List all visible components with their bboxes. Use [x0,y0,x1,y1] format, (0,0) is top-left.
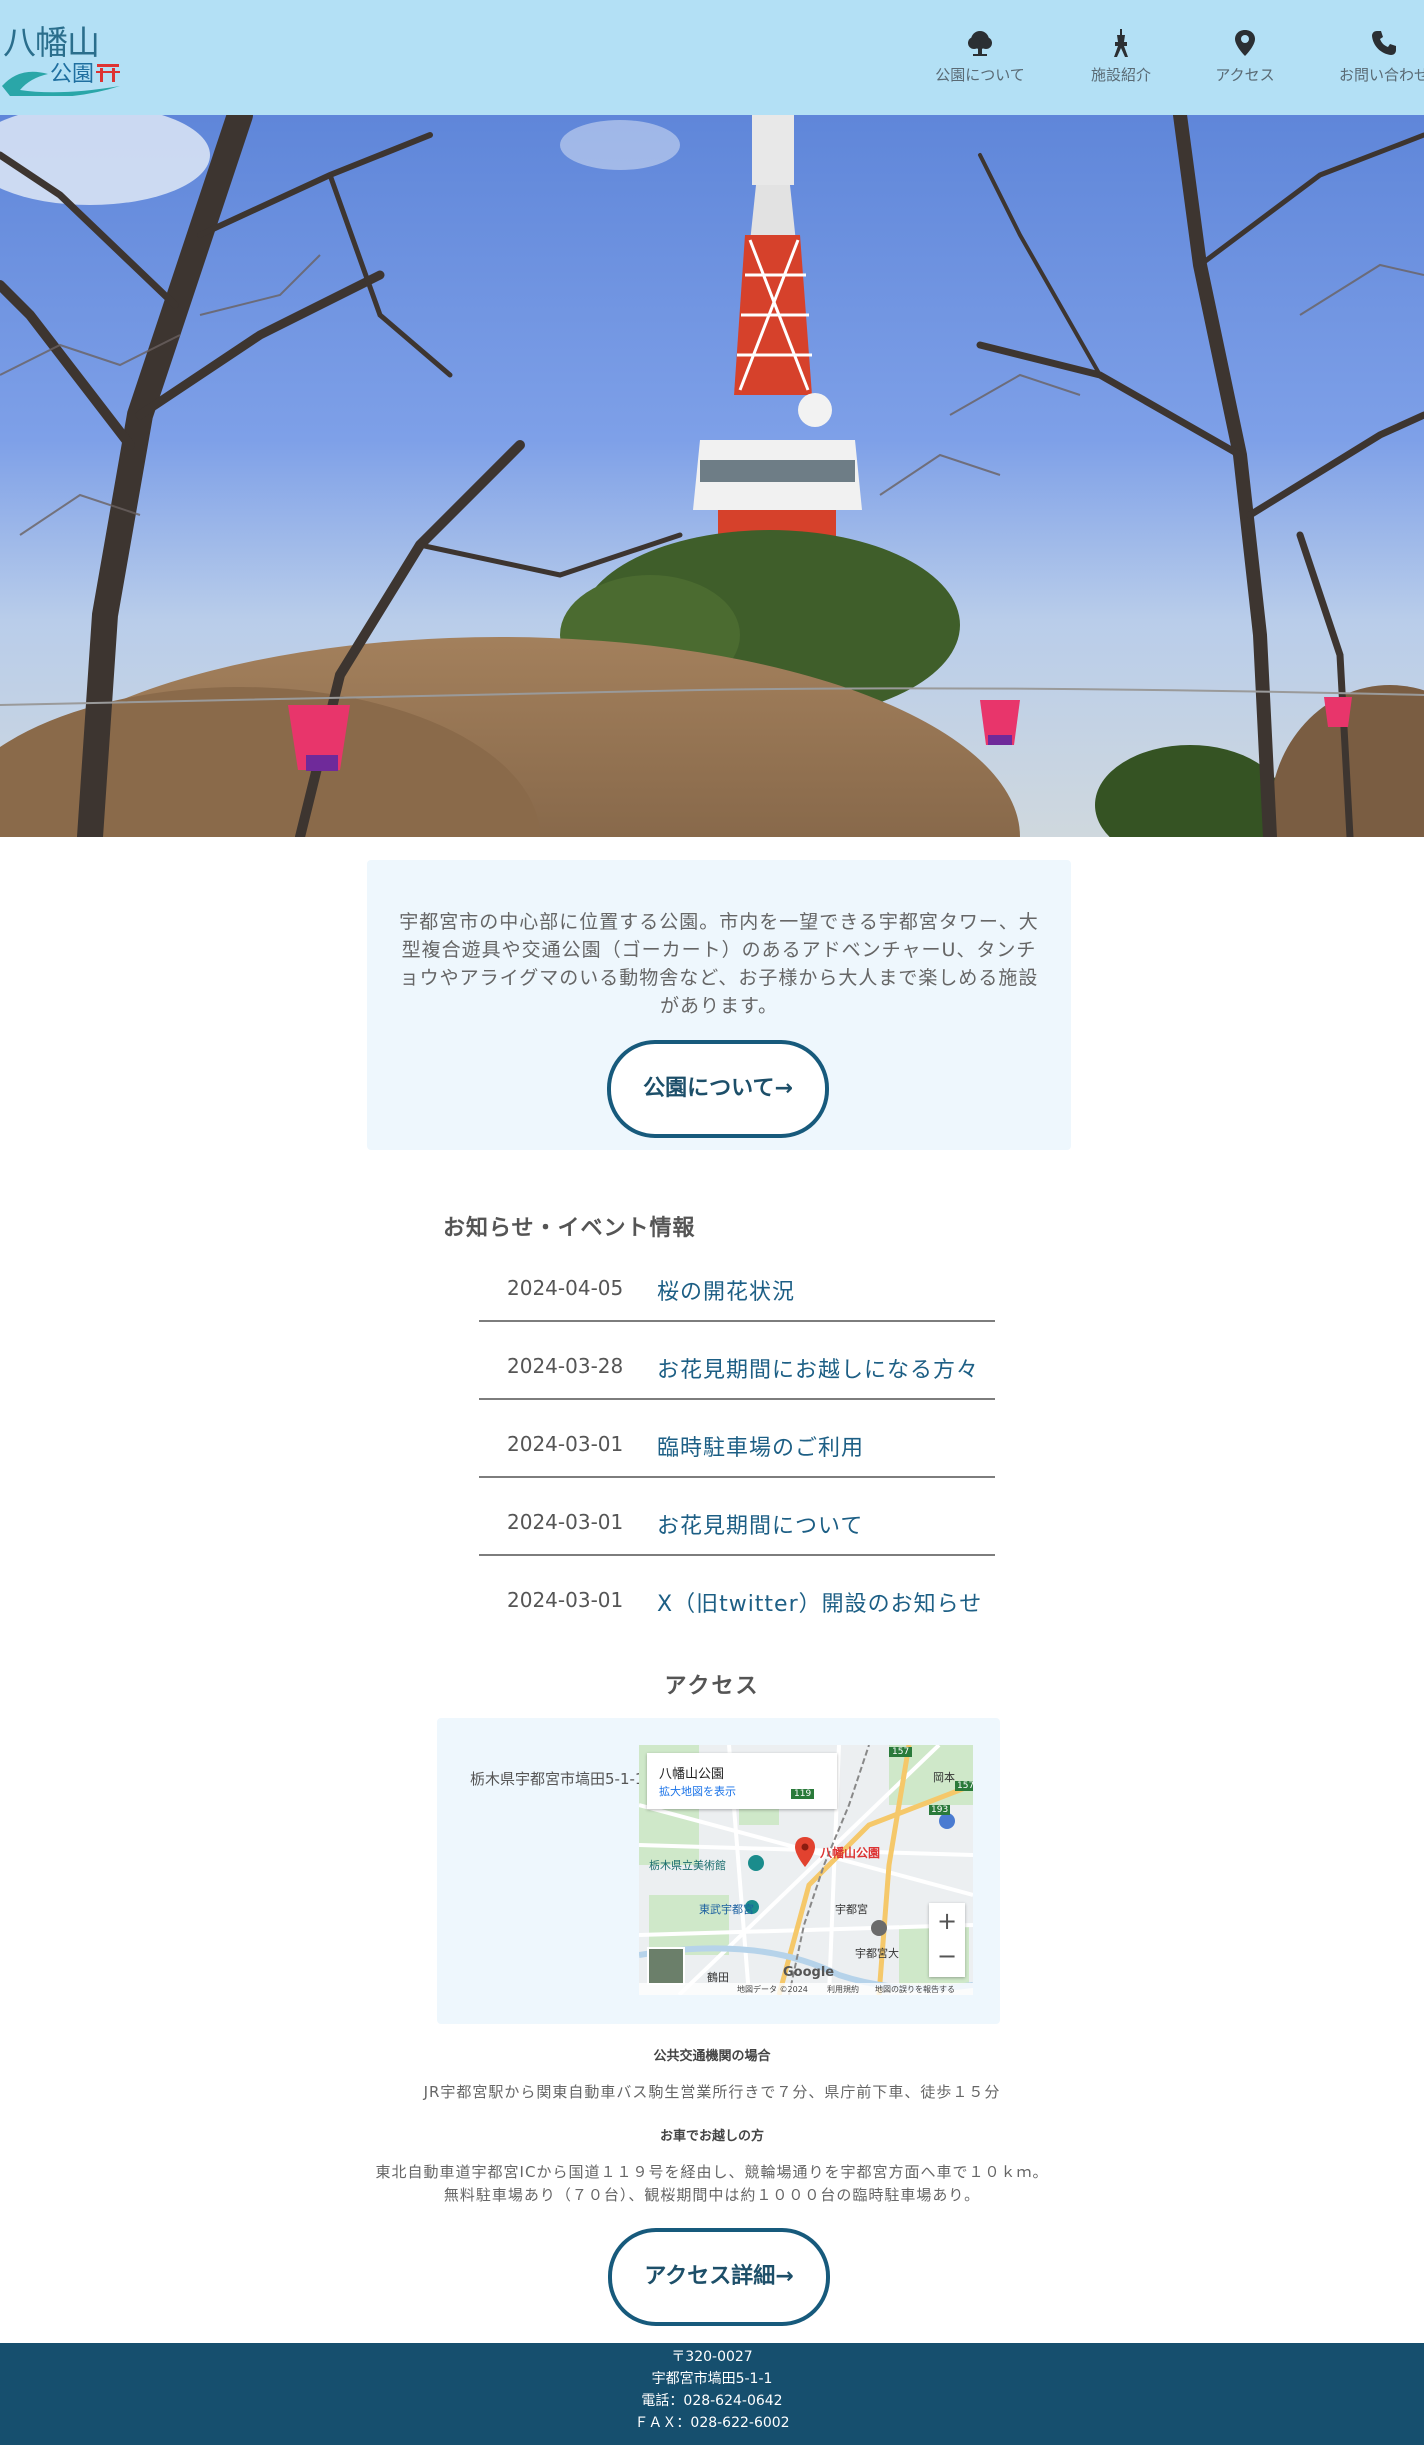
map-pin-icon [1235,30,1255,56]
embedded-map[interactable]: 八幡山公園 拡大地図を表示 八幡山公園 栃木県立美術館 東武宇都宮 宇都宮 宇都… [639,1745,973,1995]
footer-address: 宇都宮市塙田5-1-1 [651,2371,773,2387]
map-copyright: 地図データ ©2024 [737,1985,808,1994]
phone-icon [1372,31,1396,55]
news-link[interactable]: 桜の開花状況 [657,1274,795,1306]
route-157-badge: 157 [889,1747,913,1757]
nav-about[interactable]: 公園について [930,28,1030,98]
map-view-larger-link[interactable]: 拡大地図を表示 [659,1783,736,1799]
news-link[interactable]: お花見期間にお越しになる方々 [657,1352,979,1384]
news-date: 2024-03-28 [507,1354,624,1378]
hero-image [0,115,1424,837]
news-link[interactable]: X（旧twitter）開設のお知らせ [657,1586,982,1618]
site-header: 八幡山 公園 公園について 施設紹介 アクセス お問い合わせ [0,0,1424,115]
route-119-badge: 119 [791,1789,815,1799]
map-place-name: 八幡山公園 [659,1767,725,1782]
news-item: 2024-03-01 臨時駐車場のご利用 [479,1399,995,1478]
map-zoom-controls: + − [929,1903,965,1977]
map-label-station2: 宇都宮 [835,1903,868,1916]
map-label-station1: 東武宇都宮 [699,1903,754,1916]
public-transport-text: JR宇都宮駅から関東自動車バス駒生営業所行きで７分、県庁前下車、徒歩１５分 [423,2083,1001,2101]
news-section-title: お知らせ・イベント情報 [443,1216,696,1241]
intro-text: 宇都宮市の中心部に位置する公園。市内を一望できる宇都宮タワー、大型複合遊具や交通… [399,911,1039,1017]
map-marker-label: 八幡山公園 [820,1846,881,1860]
access-detail-button[interactable]: アクセス詳細→ [608,2228,830,2326]
news-date: 2024-03-01 [507,1588,624,1612]
news-date: 2024-04-05 [507,1276,624,1300]
map-label-honmachi: 岡本 [933,1771,955,1784]
map-label-museum: 栃木県立美術館 [649,1859,726,1872]
google-logo: Google [783,1965,835,1980]
news-link[interactable]: お花見期間について [657,1508,863,1540]
news-item: 2024-03-01 X（旧twitter）開設のお知らせ [479,1555,995,1632]
news-item: 2024-03-28 お花見期間にお越しになる方々 [479,1321,995,1400]
news-item: 2024-03-01 お花見期間について [479,1477,995,1556]
map-report-link[interactable]: 地図の誤りを報告する [875,1984,955,1995]
intro-card: 宇都宮市の中心部に位置する公園。市内を一望できる宇都宮タワー、大型複合遊具や交通… [367,860,1071,1150]
access-section-title: アクセス [664,1674,760,1699]
map-info-box: 八幡山公園 拡大地図を表示 [647,1753,837,1809]
zoom-in-button[interactable]: + [929,1903,965,1940]
map-terms-link[interactable]: 利用規約 [827,1984,859,1995]
car-access-heading: お車でお越しの方 [659,2129,764,2144]
zoom-out-button[interactable]: − [929,1940,965,1977]
footer-fax: ＦＡＸ：028-622-6002 [634,2415,790,2431]
tree-icon [968,31,992,56]
map-satellite-toggle[interactable] [647,1947,685,1985]
car-access-text-1: 東北自動車道宇都宮ICから国道１１９号を経由し、競輪場通りを宇都宮方面へ車で１０… [375,2163,1049,2181]
car-access-text-2: 無料駐車場あり（７０台）、観桜期間中は約１０００台の臨時駐車場あり。 [443,2186,981,2204]
nav-facilities[interactable]: 施設紹介 [1071,28,1171,98]
nav-access[interactable]: アクセス [1195,28,1295,98]
footer-tel: 電話：028-624-0642 [641,2393,783,2409]
news-link[interactable]: 臨時駐車場のご利用 [657,1430,864,1462]
route-157b-badge: 157 [955,1781,973,1791]
nav-contact[interactable]: お問い合わせ [1334,28,1424,98]
tower-icon [1114,29,1128,57]
site-footer: 〒320-0027 宇都宮市塙田5-1-1 電話：028-624-0642 ＦＡ… [0,2343,1424,2445]
news-item: 2024-04-05 桜の開花状況 [479,1243,995,1322]
hero-photo [0,115,1424,837]
footer-postal: 〒320-0027 [671,2349,753,2365]
logo-subtitle: 公園 [50,62,95,87]
access-address: 栃木県宇都宮市塙田5-1-1 [470,1770,640,1788]
map-attribution-bar: 地図データ ©2024 利用規約 地図の誤りを報告する [639,1983,973,1995]
map-label-univ: 宇都宮大 [855,1947,899,1960]
news-date: 2024-03-01 [507,1432,624,1456]
news-date: 2024-03-01 [507,1510,624,1534]
route-193-badge: 193 [929,1805,951,1815]
about-park-button[interactable]: 公園について→ [607,1040,829,1138]
public-transport-heading: 公共交通機関の場合 [653,2049,771,2064]
access-card: 栃木県宇都宮市塙田5-1-1 八幡山公園 拡大地図を表示 八幡山公園 栃木県立美… [437,1718,1000,2024]
site-logo[interactable]: 八幡山 公園 [0,16,130,96]
